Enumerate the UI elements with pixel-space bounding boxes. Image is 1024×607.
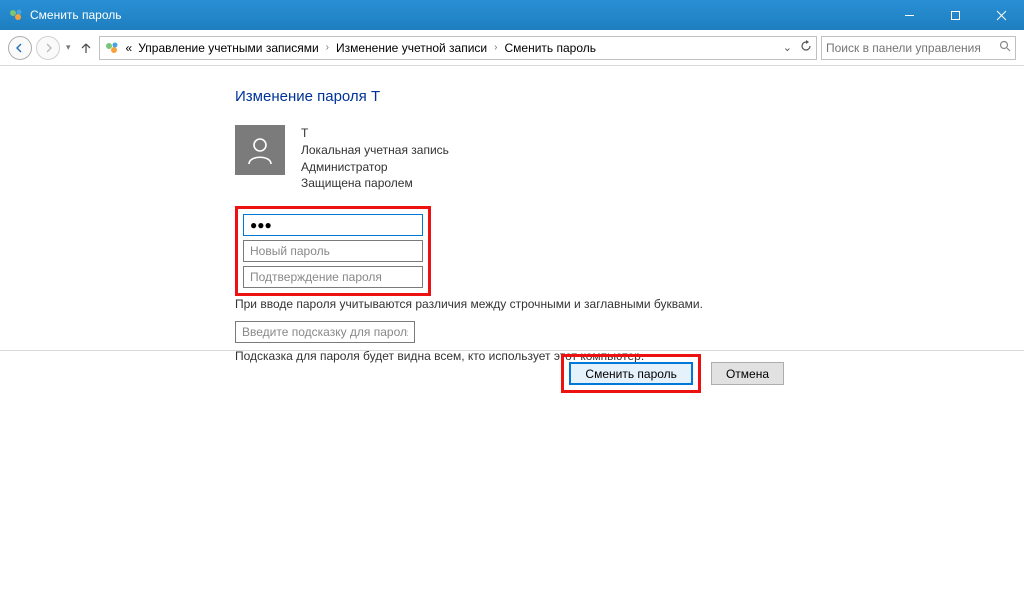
account-summary: T Локальная учетная запись Администратор… — [235, 125, 1004, 192]
history-dropdown-icon[interactable]: ▾ — [66, 42, 71, 53]
forward-button[interactable] — [36, 36, 60, 60]
back-button[interactable] — [8, 36, 32, 60]
explorer-toolbar: ▾ « Управление учетными записями › Измен… — [0, 30, 1024, 66]
confirm-password-input[interactable] — [243, 266, 423, 288]
page-title: Изменение пароля T — [235, 88, 1004, 105]
chevron-right-icon: › — [494, 42, 497, 53]
breadcrumb-item[interactable]: Управление учетными записями — [138, 41, 318, 55]
close-button[interactable] — [978, 0, 1024, 30]
search-icon[interactable] — [999, 40, 1011, 55]
window-controls — [886, 0, 1024, 30]
button-bar: Сменить пароль Отмена — [0, 350, 1024, 396]
breadcrumb-item[interactable]: Изменение учетной записи — [336, 41, 487, 55]
address-bar[interactable]: « Управление учетными записями › Изменен… — [99, 36, 817, 60]
refresh-icon[interactable] — [800, 40, 812, 55]
breadcrumb-prefix: « — [126, 41, 133, 55]
current-password-input[interactable] — [243, 214, 423, 236]
password-hint-input[interactable] — [235, 321, 415, 343]
content-area: Изменение пароля T T Локальная учетная з… — [0, 66, 1024, 363]
account-role: Администратор — [301, 159, 449, 176]
address-dropdown-icon[interactable]: ⌄ — [783, 41, 792, 54]
account-protection: Защищена паролем — [301, 175, 449, 192]
search-bar[interactable] — [821, 36, 1016, 60]
account-name: T — [301, 125, 449, 142]
change-password-button[interactable]: Сменить пароль — [569, 362, 693, 385]
account-type: Локальная учетная запись — [301, 142, 449, 159]
window-title: Сменить пароль — [30, 8, 886, 22]
chevron-right-icon: › — [326, 42, 329, 53]
app-icon — [8, 7, 24, 23]
maximize-button[interactable] — [932, 0, 978, 30]
window-titlebar: Сменить пароль — [0, 0, 1024, 30]
minimize-button[interactable] — [886, 0, 932, 30]
password-fields-highlight — [235, 206, 431, 296]
search-input[interactable] — [826, 41, 999, 55]
case-sensitivity-hint: При вводе пароля учитываются различия ме… — [235, 297, 1004, 311]
avatar — [235, 125, 285, 175]
new-password-input[interactable] — [243, 240, 423, 262]
up-button[interactable] — [77, 36, 95, 60]
user-accounts-icon — [104, 40, 120, 56]
breadcrumb-item[interactable]: Сменить пароль — [504, 41, 596, 55]
submit-button-highlight: Сменить пароль — [561, 354, 701, 393]
account-details: T Локальная учетная запись Администратор… — [301, 125, 449, 192]
cancel-button[interactable]: Отмена — [711, 362, 784, 385]
